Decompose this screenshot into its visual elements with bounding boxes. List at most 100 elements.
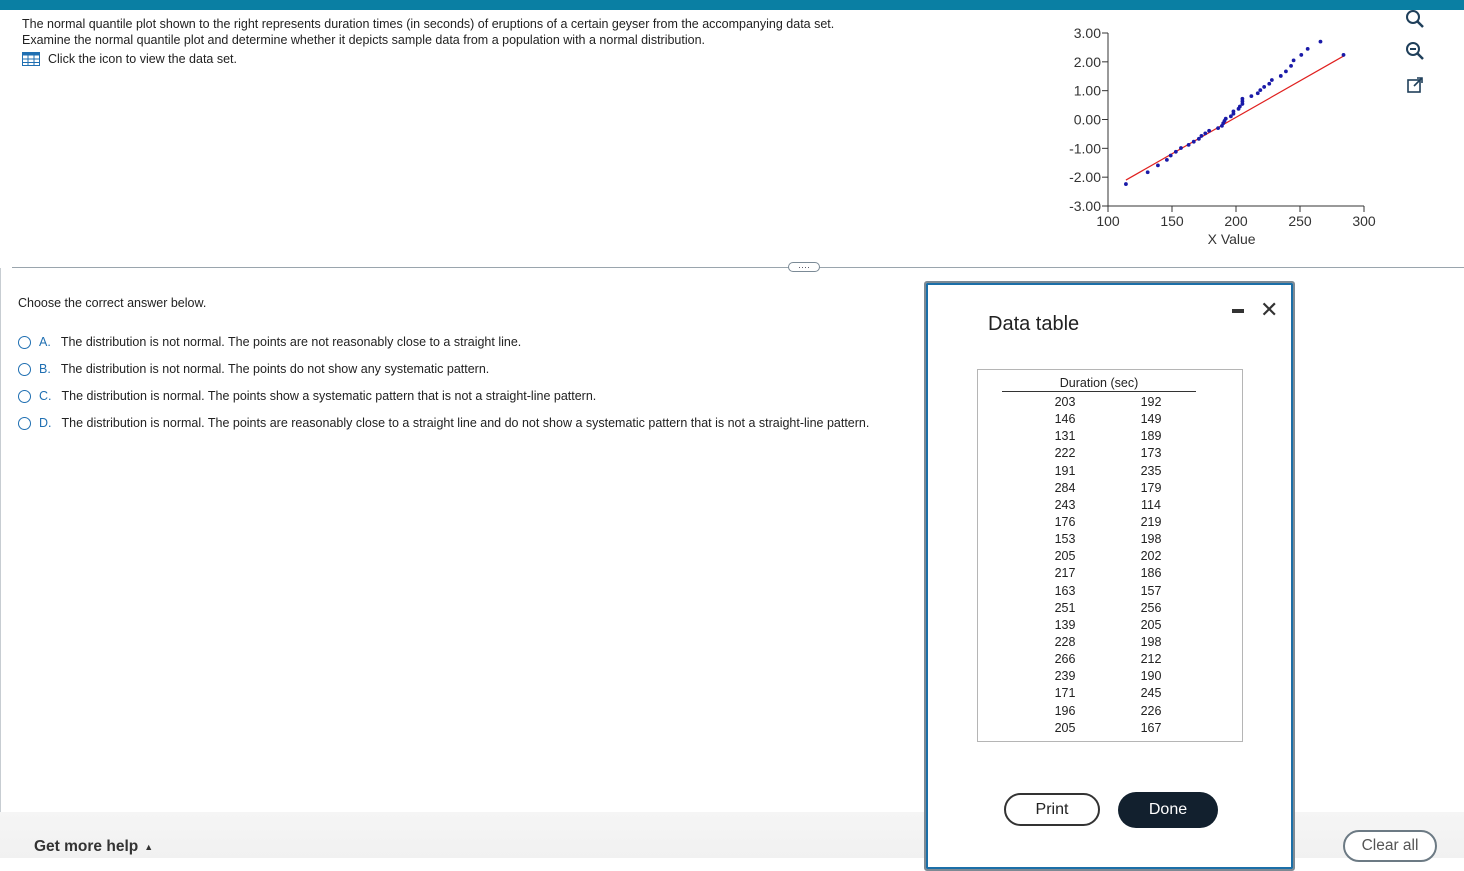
x-tick-label: 100 [1096, 213, 1120, 229]
option-c-text[interactable]: The distribution is normal. The points s… [62, 389, 597, 403]
table-cell: 198 [1140, 532, 1162, 547]
zoom-out-icon[interactable] [1404, 40, 1426, 62]
dialog-title: Data table [988, 313, 1080, 335]
top-bar [0, 0, 1464, 10]
table-cell: 189 [1140, 429, 1162, 444]
plot-tools [1400, 8, 1436, 104]
option-d-text[interactable]: The distribution is normal. The points a… [62, 416, 870, 430]
option-b-letter: B. [39, 362, 51, 376]
table-cell: 173 [1140, 446, 1162, 461]
table-icon[interactable] [22, 52, 40, 66]
table-cell: 149 [1140, 412, 1162, 427]
duration-column-2: 192 149 189 173 235 179 114 219 198 202 186 157 256 2… [1131, 394, 1171, 737]
close-icon[interactable]: ✕ [1260, 297, 1278, 323]
y-tick-label: -3.00 [1069, 198, 1101, 214]
data-point [1196, 136, 1201, 141]
table-cell: 167 [1140, 720, 1162, 735]
data-point [1341, 53, 1346, 57]
radio-a[interactable] [18, 335, 31, 349]
data-point [1231, 109, 1236, 114]
print-button[interactable]: Print [1004, 793, 1100, 826]
table-cell: 153 [1054, 532, 1076, 547]
table-cell: 222 [1054, 446, 1076, 461]
get-more-help-button[interactable]: Get more help ▲ [34, 838, 153, 856]
table-cell: 212 [1140, 652, 1162, 667]
table-cell: 190 [1140, 669, 1162, 684]
option-c[interactable]: C. The distribution is normal. The point… [18, 389, 596, 403]
zoom-in-icon[interactable] [1404, 8, 1426, 30]
table-cell: 186 [1140, 566, 1162, 581]
table-cell: 196 [1054, 703, 1076, 718]
table-cell: 226 [1140, 703, 1162, 718]
radio-c[interactable] [18, 389, 31, 403]
option-b-text[interactable]: The distribution is not normal. The poin… [61, 362, 489, 376]
data-point [1240, 96, 1245, 101]
duration-column-1: 203 146 131 222 191 284 243 176 153 205 217 163 251 1… [1045, 394, 1085, 737]
table-cell: 114 [1141, 497, 1161, 512]
x-tick-label: 200 [1224, 213, 1248, 229]
y-tick-label: 1.00 [1074, 83, 1101, 99]
data-point [1145, 170, 1150, 175]
table-cell: 217 [1054, 566, 1076, 581]
x-axis-label: X Value [1208, 231, 1256, 247]
option-a-letter: A. [39, 335, 51, 349]
data-table-frame [977, 369, 1243, 742]
minimize-icon[interactable] [1232, 309, 1244, 313]
table-cell: 171 [1054, 686, 1076, 701]
table-cell: 228 [1054, 634, 1076, 649]
divider-handle[interactable]: ···· [788, 262, 820, 272]
question-line-2: Examine the normal quantile plot and det… [22, 33, 706, 47]
section-divider [12, 267, 1464, 268]
x-tick-label: 250 [1288, 213, 1312, 229]
table-cell: 192 [1140, 395, 1162, 409]
y-tick-label: 0.00 [1074, 112, 1101, 128]
fit-line [1125, 55, 1344, 181]
column-header: Duration (sec) [1002, 376, 1196, 392]
radio-b[interactable] [18, 362, 31, 376]
data-point [1289, 63, 1293, 68]
table-cell: 157 [1140, 583, 1162, 598]
option-a[interactable]: A. The distribution is not normal. The p… [18, 335, 521, 349]
table-cell: 146 [1054, 412, 1076, 427]
table-cell: 243 [1054, 497, 1076, 512]
radio-d[interactable] [18, 416, 31, 430]
table-cell: 191 [1054, 463, 1076, 478]
table-cell: 245 [1140, 686, 1162, 701]
data-point [1305, 46, 1310, 51]
popout-icon[interactable] [1404, 74, 1426, 96]
view-dataset-link[interactable]: Click the icon to view the data set. [22, 52, 237, 66]
dataset-link-label[interactable]: Click the icon to view the data set. [48, 52, 237, 66]
table-cell: 205 [1054, 549, 1076, 564]
left-border [0, 268, 1, 813]
data-point [1291, 58, 1296, 63]
data-point [1199, 134, 1204, 138]
table-cell: 219 [1140, 514, 1162, 529]
help-label[interactable]: Get more help [34, 838, 138, 856]
option-d[interactable]: D. The distribution is normal. The point… [18, 416, 869, 430]
data-point [1255, 91, 1260, 96]
table-cell: 205 [1140, 617, 1162, 632]
table-cell: 205 [1054, 720, 1076, 735]
y-tick-label: -2.00 [1069, 169, 1101, 185]
caret-up-icon: ▲ [144, 842, 154, 852]
question-text: The normal quantile plot shown to the ri… [22, 16, 834, 48]
data-point [1124, 182, 1128, 186]
data-point [1173, 149, 1178, 154]
data-point [1262, 85, 1267, 89]
data-point [1186, 142, 1191, 147]
table-cell: 235 [1140, 463, 1162, 478]
data-point [1207, 128, 1212, 133]
data-point [1179, 146, 1183, 150]
option-b[interactable]: B. The distribution is not normal. The p… [18, 362, 489, 376]
option-a-text[interactable]: The distribution is not normal. The poin… [61, 335, 521, 349]
option-c-letter: C. [39, 389, 52, 403]
table-cell: 266 [1054, 652, 1076, 667]
clear-all-button[interactable]: Clear all [1343, 830, 1437, 862]
y-tick-label: 3.00 [1074, 25, 1101, 41]
table-cell: 284 [1054, 480, 1076, 495]
table-cell: 202 [1140, 549, 1162, 564]
done-button[interactable]: Done [1118, 792, 1218, 828]
data-point [1223, 116, 1228, 121]
x-tick-label: 150 [1160, 213, 1184, 229]
x-tick-label: 300 [1352, 213, 1376, 229]
